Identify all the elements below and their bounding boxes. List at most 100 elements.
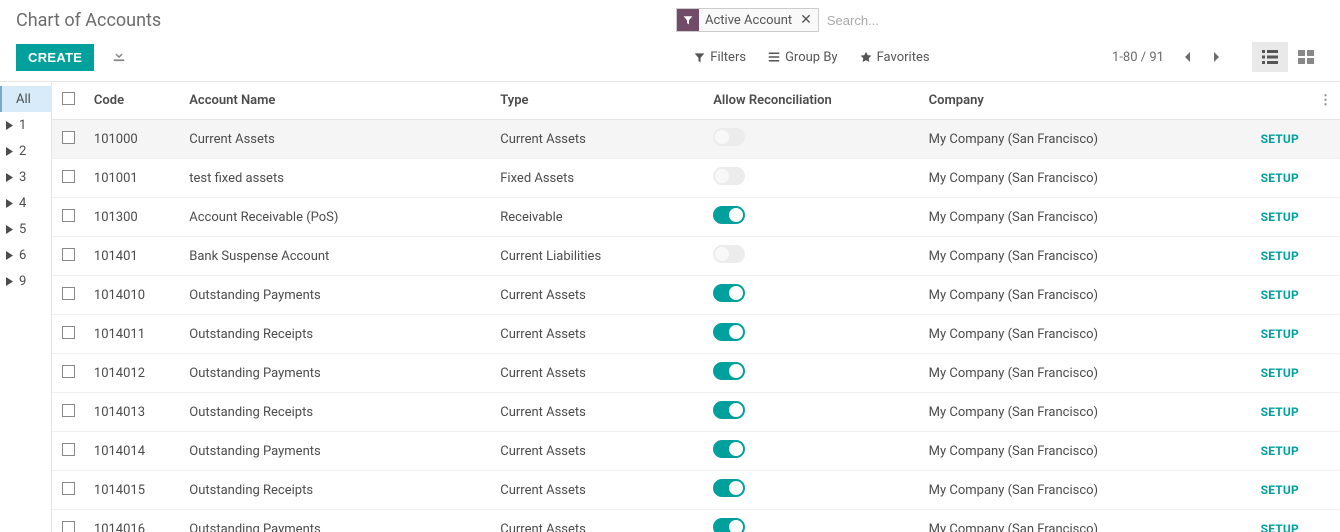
- side-item[interactable]: 4: [0, 190, 51, 216]
- side-item[interactable]: 5: [0, 216, 51, 242]
- list-view-icon[interactable]: [1252, 42, 1288, 72]
- row-checkbox[interactable]: [62, 521, 75, 532]
- row-checkbox[interactable]: [62, 365, 75, 378]
- table-row[interactable]: 1014012Outstanding PaymentsCurrent Asset…: [52, 354, 1340, 393]
- side-item[interactable]: 9: [0, 268, 51, 294]
- cell-type: Current Assets: [492, 120, 705, 159]
- favorites-label: Favorites: [877, 50, 930, 65]
- setup-button[interactable]: SETUP: [1261, 483, 1299, 497]
- accounts-table: Code Account Name Type Allow Reconciliat…: [52, 82, 1340, 532]
- row-checkbox[interactable]: [62, 248, 75, 261]
- cell-company: My Company (San Francisco): [921, 471, 1251, 510]
- row-checkbox[interactable]: [62, 482, 75, 495]
- reconciliation-toggle[interactable]: [713, 362, 745, 380]
- cell-type: Current Assets: [492, 393, 705, 432]
- cell-code: 1014013: [86, 393, 181, 432]
- facet-label: Active Account: [699, 13, 798, 28]
- row-checkbox[interactable]: [62, 326, 75, 339]
- cell-code: 1014014: [86, 432, 181, 471]
- cell-code: 101401: [86, 237, 181, 276]
- reconciliation-toggle[interactable]: [713, 128, 745, 146]
- table-row[interactable]: 1014015Outstanding ReceiptsCurrent Asset…: [52, 471, 1340, 510]
- row-checkbox[interactable]: [62, 443, 75, 456]
- reconciliation-toggle[interactable]: [713, 167, 745, 185]
- column-menu-icon[interactable]: ⋮: [1319, 93, 1332, 108]
- cell-type: Current Assets: [492, 354, 705, 393]
- row-checkbox[interactable]: [62, 287, 75, 300]
- row-checkbox[interactable]: [62, 404, 75, 417]
- setup-button[interactable]: SETUP: [1261, 327, 1299, 341]
- reconciliation-toggle[interactable]: [713, 206, 745, 224]
- reconciliation-toggle[interactable]: [713, 401, 745, 419]
- cell-company: My Company (San Francisco): [921, 354, 1251, 393]
- reconciliation-toggle[interactable]: [713, 518, 745, 532]
- cell-company: My Company (San Francisco): [921, 393, 1251, 432]
- table-row[interactable]: 1014014Outstanding PaymentsCurrent Asset…: [52, 432, 1340, 471]
- setup-button[interactable]: SETUP: [1261, 522, 1299, 532]
- reconciliation-toggle[interactable]: [713, 323, 745, 341]
- side-item[interactable]: 3: [0, 164, 51, 190]
- table-row[interactable]: 1014013Outstanding ReceiptsCurrent Asset…: [52, 393, 1340, 432]
- setup-button[interactable]: SETUP: [1261, 171, 1299, 185]
- table-row[interactable]: 101000Current AssetsCurrent AssetsMy Com…: [52, 120, 1340, 159]
- cell-code: 1014012: [86, 354, 181, 393]
- cell-name: Outstanding Receipts: [181, 315, 492, 354]
- cell-company: My Company (San Francisco): [921, 237, 1251, 276]
- favorites-button[interactable]: Favorites: [860, 50, 930, 65]
- table-row[interactable]: 101401Bank Suspense AccountCurrent Liabi…: [52, 237, 1340, 276]
- cell-code: 101300: [86, 198, 181, 237]
- cell-code: 101000: [86, 120, 181, 159]
- kanban-view-icon[interactable]: [1288, 42, 1324, 72]
- setup-button[interactable]: SETUP: [1261, 444, 1299, 458]
- import-icon[interactable]: [112, 48, 126, 66]
- table-row[interactable]: 101001test fixed assetsFixed AssetsMy Co…: [52, 159, 1340, 198]
- reconciliation-toggle[interactable]: [713, 440, 745, 458]
- setup-button[interactable]: SETUP: [1261, 210, 1299, 224]
- table-row[interactable]: 101300Account Receivable (PoS)Receivable…: [52, 198, 1340, 237]
- create-button[interactable]: CREATE: [16, 44, 94, 71]
- cell-name: Outstanding Receipts: [181, 471, 492, 510]
- cell-type: Current Assets: [492, 276, 705, 315]
- side-tree: All 1234569: [0, 82, 52, 532]
- row-checkbox[interactable]: [62, 170, 75, 183]
- row-checkbox[interactable]: [62, 209, 75, 222]
- cell-company: My Company (San Francisco): [921, 432, 1251, 471]
- search-bar[interactable]: Active Account ✕: [676, 8, 1314, 32]
- pager-prev-icon[interactable]: [1176, 44, 1198, 70]
- side-item[interactable]: 6: [0, 242, 51, 268]
- facet-remove-icon[interactable]: ✕: [798, 13, 818, 27]
- page-title: Chart of Accounts: [16, 8, 676, 31]
- table-row[interactable]: 1014010Outstanding PaymentsCurrent Asset…: [52, 276, 1340, 315]
- side-item-all[interactable]: All: [0, 86, 51, 112]
- row-checkbox[interactable]: [62, 131, 75, 144]
- groupby-button[interactable]: Group By: [768, 50, 838, 65]
- setup-button[interactable]: SETUP: [1261, 288, 1299, 302]
- header-type[interactable]: Type: [492, 82, 705, 120]
- header-name[interactable]: Account Name: [181, 82, 492, 120]
- cell-name: Outstanding Payments: [181, 354, 492, 393]
- caret-right-icon: [6, 251, 13, 260]
- header-company[interactable]: Company: [921, 82, 1251, 120]
- reconciliation-toggle[interactable]: [713, 245, 745, 263]
- pager-next-icon[interactable]: [1206, 44, 1228, 70]
- header-code[interactable]: Code: [86, 82, 181, 120]
- filters-button[interactable]: Filters: [694, 50, 746, 65]
- search-input[interactable]: [819, 8, 1314, 32]
- cell-company: My Company (San Francisco): [921, 198, 1251, 237]
- setup-button[interactable]: SETUP: [1261, 366, 1299, 380]
- select-all-checkbox[interactable]: [62, 92, 75, 105]
- setup-button[interactable]: SETUP: [1261, 249, 1299, 263]
- cell-company: My Company (San Francisco): [921, 159, 1251, 198]
- side-item[interactable]: 1: [0, 112, 51, 138]
- filters-label: Filters: [710, 50, 746, 65]
- setup-button[interactable]: SETUP: [1261, 132, 1299, 146]
- reconciliation-toggle[interactable]: [713, 284, 745, 302]
- cell-company: My Company (San Francisco): [921, 510, 1251, 532]
- side-item[interactable]: 2: [0, 138, 51, 164]
- setup-button[interactable]: SETUP: [1261, 405, 1299, 419]
- reconciliation-toggle[interactable]: [713, 479, 745, 497]
- table-row[interactable]: 1014011Outstanding ReceiptsCurrent Asset…: [52, 315, 1340, 354]
- table-row[interactable]: 1014016Outstanding PaymentsCurrent Asset…: [52, 510, 1340, 532]
- cell-type: Current Assets: [492, 315, 705, 354]
- header-recon[interactable]: Allow Reconciliation: [705, 82, 920, 120]
